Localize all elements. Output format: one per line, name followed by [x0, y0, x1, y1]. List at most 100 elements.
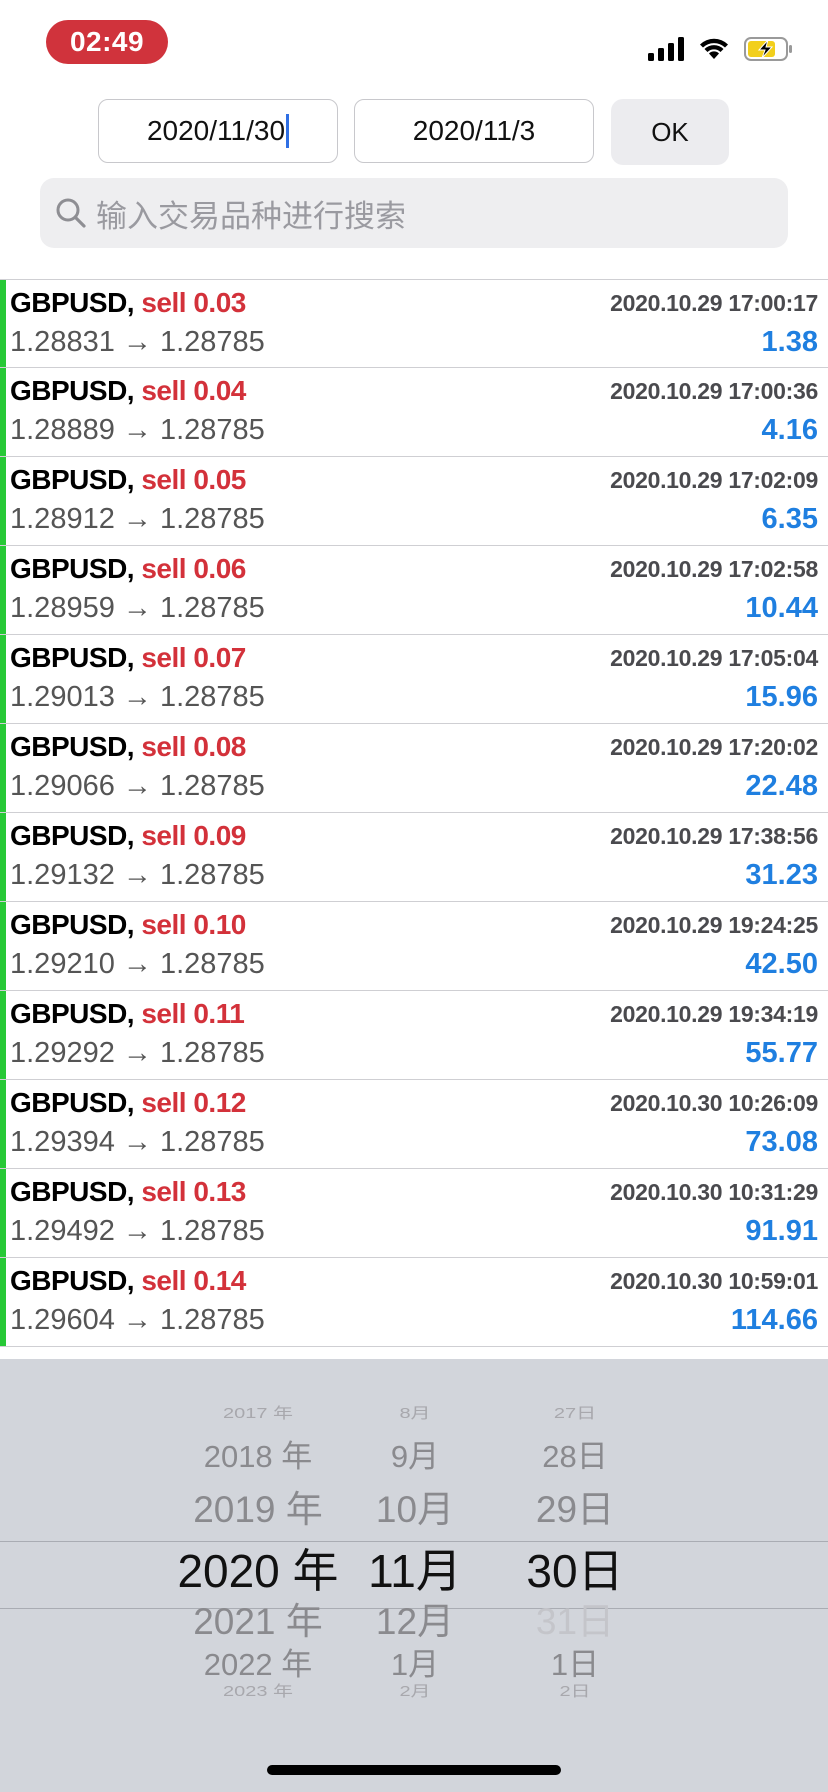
- ok-button[interactable]: OK: [611, 99, 729, 165]
- picker-year-option[interactable]: 2018 年: [204, 1431, 313, 1476]
- picker-year-option[interactable]: 2023 年: [223, 1679, 293, 1701]
- trade-symbol: GBPUSD,: [10, 464, 135, 495]
- battery-charging-icon: [744, 37, 792, 61]
- picker-day-option[interactable]: 31日: [536, 1591, 614, 1645]
- trade-row[interactable]: GBPUSD, sell 0.04 1.28889 → 1.28785 2020.1…: [0, 368, 828, 457]
- trade-action: sell 0.06: [141, 553, 246, 584]
- trade-profit: 15.96: [745, 681, 818, 713]
- trade-time: 2020.10.30 10:31:29: [610, 1179, 818, 1205]
- trade-time: 2020.10.29 17:38:56: [610, 823, 818, 849]
- trade-row[interactable]: GBPUSD, sell 0.10 1.29210 → 1.28785 2020.1…: [0, 902, 828, 991]
- trade-time: 2020.10.30 10:26:09: [610, 1090, 818, 1116]
- start-date-value: 2020/11/30: [146, 115, 286, 146]
- text-caret: [286, 114, 290, 148]
- row-status-bar: [0, 457, 6, 545]
- trade-row[interactable]: GBPUSD, sell 0.11 1.29292 → 1.28785 2020.1…: [0, 991, 828, 1080]
- trade-prices: 1.29013 → 1.28785: [10, 681, 265, 713]
- picker-year-option[interactable]: 2019 年: [193, 1479, 323, 1533]
- cellular-signal-icon: [648, 37, 684, 61]
- trade-symbol: GBPUSD,: [10, 909, 135, 940]
- picker-day-option[interactable]: 28日: [542, 1431, 607, 1476]
- picker-month-option[interactable]: 12月: [376, 1591, 454, 1645]
- trade-profit: 114.66: [730, 1304, 818, 1336]
- trade-title: GBPUSD, sell 0.10: [10, 909, 246, 941]
- picker-month-option[interactable]: 9月: [391, 1431, 439, 1476]
- trade-prices: 1.29492 → 1.28785: [10, 1215, 265, 1247]
- picker-month-option[interactable]: 1月: [391, 1639, 439, 1684]
- trade-prices: 1.28959 → 1.28785: [10, 592, 265, 624]
- picker-day-option[interactable]: 1日: [551, 1639, 599, 1684]
- trade-row[interactable]: GBPUSD, sell 0.12 1.29394 → 1.28785 2020.1…: [0, 1080, 828, 1169]
- trade-row[interactable]: GBPUSD, sell 0.08 1.29066 → 1.28785 2020.1…: [0, 724, 828, 813]
- trade-prices: 1.29292 → 1.28785: [10, 1037, 265, 1069]
- picker-year-column[interactable]: 2017 年 2018 年 2019 年 2020 年 2021 年 2022 年 2023…: [0, 1359, 828, 1792]
- picker-month-option[interactable]: 10月: [376, 1479, 454, 1533]
- trade-profit: 10.44: [745, 592, 818, 624]
- trade-title: GBPUSD, sell 0.12: [10, 1087, 246, 1119]
- trade-title: GBPUSD, sell 0.06: [10, 553, 246, 585]
- picker-month-option[interactable]: 2月: [399, 1679, 430, 1701]
- trade-prices: 1.29210 → 1.28785: [10, 948, 265, 980]
- trade-title: GBPUSD, sell 0.04: [10, 375, 246, 407]
- trade-symbol: GBPUSD,: [10, 375, 135, 406]
- trade-action: sell 0.11: [141, 998, 245, 1029]
- trade-time: 2020.10.29 19:24:25: [610, 912, 818, 938]
- end-date-input[interactable]: 2020/11/3: [354, 99, 594, 163]
- trade-action: sell 0.07: [141, 642, 246, 673]
- trade-row[interactable]: GBPUSD, sell 0.05 1.28912 → 1.28785 2020.1…: [0, 457, 828, 546]
- row-status-bar: [0, 546, 6, 634]
- picker-year-option[interactable]: 2021 年: [193, 1591, 323, 1645]
- status-time[interactable]: 02:49: [46, 20, 168, 64]
- trade-symbol: GBPUSD,: [10, 820, 135, 851]
- trade-symbol: GBPUSD,: [10, 1265, 135, 1296]
- row-status-bar: [0, 1258, 6, 1346]
- trade-symbol: GBPUSD,: [10, 731, 135, 762]
- trade-row[interactable]: GBPUSD, sell 0.03 1.28831 → 1.28785 2020.1…: [0, 279, 828, 368]
- trade-row[interactable]: GBPUSD, sell 0.13 1.29492 → 1.28785 2020.1…: [0, 1169, 828, 1258]
- trade-time: 2020.10.29 19:34:19: [610, 1001, 818, 1027]
- trade-title: GBPUSD, sell 0.14: [10, 1265, 246, 1297]
- row-status-bar: [0, 902, 6, 990]
- trade-profit: 91.91: [745, 1215, 818, 1247]
- trade-action: sell 0.08: [141, 731, 246, 762]
- trade-prices: 1.29132 → 1.28785: [10, 859, 265, 891]
- trade-time: 2020.10.29 17:05:04: [610, 645, 818, 671]
- trade-row[interactable]: GBPUSD, sell 0.09 1.29132 → 1.28785 2020.1…: [0, 813, 828, 902]
- trade-action: sell 0.10: [141, 909, 246, 940]
- trade-row[interactable]: GBPUSD, sell 0.07 1.29013 → 1.28785 2020.1…: [0, 635, 828, 724]
- trade-symbol: GBPUSD,: [10, 1087, 135, 1118]
- status-bar: 02:49: [0, 0, 828, 90]
- trade-symbol: GBPUSD,: [10, 553, 135, 584]
- trade-profit: 1.38: [761, 326, 818, 358]
- picker-year-option[interactable]: 2017 年: [223, 1401, 293, 1423]
- trade-title: GBPUSD, sell 0.11: [10, 998, 245, 1030]
- trade-prices: 1.29066 → 1.28785: [10, 770, 265, 802]
- trade-row[interactable]: GBPUSD, sell 0.06 1.28959 → 1.28785 2020.1…: [0, 546, 828, 635]
- trade-history-list: GBPUSD, sell 0.03 1.28831 → 1.28785 2020.1…: [0, 279, 828, 1347]
- trade-row[interactable]: GBPUSD, sell 0.14 1.29604 → 1.28785 2020.1…: [0, 1258, 828, 1347]
- row-status-bar: [0, 724, 6, 812]
- wifi-icon: [700, 38, 728, 59]
- trade-profit: 6.35: [761, 503, 818, 535]
- trade-prices: 1.28831 → 1.28785: [10, 326, 265, 358]
- picker-day-option[interactable]: 29日: [536, 1479, 614, 1533]
- trade-title: GBPUSD, sell 0.05: [10, 464, 246, 496]
- picker-day-option[interactable]: 2日: [559, 1679, 590, 1701]
- row-status-bar: [0, 813, 6, 901]
- end-date-value: 2020/11/3: [412, 115, 536, 146]
- trade-time: 2020.10.29 17:02:09: [610, 467, 818, 493]
- trade-profit: 22.48: [745, 770, 818, 802]
- date-filter-row: 2020/11/30 2020/11/3 OK: [0, 99, 828, 165]
- picker-year-option[interactable]: 2022 年: [204, 1639, 313, 1684]
- date-picker[interactable]: 2017 年 2018 年 2019 年 2020 年 2021 年 2022 年 2023…: [0, 1359, 828, 1792]
- symbol-search-input[interactable]: 输入交易品种进行搜索: [40, 178, 788, 248]
- trade-time: 2020.10.29 17:00:17: [610, 290, 818, 316]
- home-indicator[interactable]: [267, 1765, 561, 1775]
- picker-month-option[interactable]: 8月: [399, 1401, 430, 1423]
- trade-action: sell 0.03: [141, 287, 246, 318]
- trade-action: sell 0.13: [141, 1176, 246, 1207]
- trade-title: GBPUSD, sell 0.07: [10, 642, 246, 674]
- picker-day-option[interactable]: 27日: [554, 1401, 596, 1423]
- trade-profit: 73.08: [745, 1126, 818, 1158]
- start-date-input[interactable]: 2020/11/30: [98, 99, 338, 163]
